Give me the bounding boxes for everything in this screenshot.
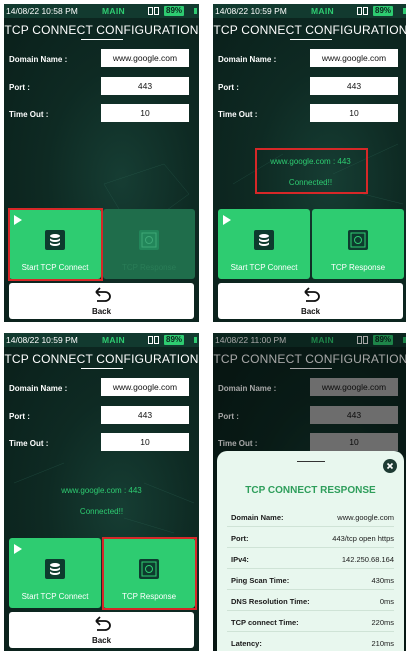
response-row-label: Domain Name: — [231, 513, 284, 522]
port-field[interactable]: 443 — [101, 406, 189, 424]
battery-indicator: 89% — [373, 6, 394, 16]
port-label: Port : — [9, 412, 30, 421]
port-field[interactable]: 443 — [310, 77, 398, 95]
database-icon — [45, 559, 65, 579]
back-button[interactable]: Back — [9, 612, 194, 648]
response-row-value: 0ms — [379, 597, 394, 606]
port-field[interactable]: 443 — [101, 77, 189, 95]
title-underline — [290, 39, 332, 40]
timeout-label: Time Out : — [9, 110, 49, 119]
start-tcp-connect-label: Start TCP Connect — [230, 263, 298, 272]
page-title: TCP CONNECT CONFIGURATION — [4, 352, 199, 366]
port-label: Port : — [218, 83, 239, 92]
screen-tcp-config-start-highlighted: 14/08/22 10:58 PM MAIN 89% TCP CONNECT C… — [4, 4, 199, 322]
response-row-label: IPv4: — [231, 555, 249, 564]
screen-tcp-config-connected: 14/08/22 10:59 PM MAIN 89% TCP CONNECT C… — [213, 4, 406, 322]
row-divider — [227, 589, 394, 590]
battery-indicator: 89% — [164, 335, 185, 345]
timeout-label: Time Out : — [218, 110, 258, 119]
response-row-value: www.google.com — [337, 513, 394, 522]
response-sheet: TCP CONNECT RESPONSE Domain Name: www.go… — [217, 451, 404, 651]
response-row-label: DNS Resolution Time: — [231, 597, 310, 606]
sheet-handle[interactable] — [297, 461, 325, 462]
response-row-value: 220ms — [371, 618, 394, 627]
battery-tip — [194, 8, 197, 14]
clock-text: 14/08/22 10:58 PM — [6, 6, 78, 16]
highlight-box — [102, 537, 197, 610]
clock-text: 14/08/22 10:59 PM — [6, 335, 78, 345]
link-icon — [148, 7, 159, 15]
back-arrow-icon — [95, 616, 111, 631]
tcp-response-label: TCP Response — [121, 263, 177, 272]
port-label: Port : — [9, 83, 30, 92]
response-row-value: 430ms — [371, 576, 394, 585]
domain-field[interactable]: www.google.com — [101, 49, 189, 67]
domain-label: Domain Name : — [9, 55, 68, 64]
response-row-value: 210ms — [371, 639, 394, 648]
row-divider — [227, 568, 394, 569]
tcp-response-icon — [139, 230, 159, 250]
response-row-value: 142.250.68.164 — [341, 555, 394, 564]
back-label: Back — [300, 307, 321, 316]
timeout-field[interactable]: 10 — [310, 104, 398, 122]
database-icon — [254, 230, 274, 250]
page-title: TCP CONNECT CONFIGURATION — [4, 23, 199, 37]
tcp-response-label: TCP Response — [330, 263, 386, 272]
highlight-box — [8, 208, 103, 281]
tcp-response-button[interactable]: TCP Response — [103, 209, 195, 279]
mode-text: MAIN — [102, 335, 125, 345]
response-row-label: Ping Scan Time: — [231, 576, 290, 585]
domain-label: Domain Name : — [218, 55, 277, 64]
battery-tip — [194, 337, 197, 343]
response-row-label: Latency: — [231, 639, 262, 648]
link-icon — [357, 7, 368, 15]
back-label: Back — [91, 307, 112, 316]
timeout-field[interactable]: 10 — [101, 104, 189, 122]
domain-field[interactable]: www.google.com — [310, 49, 398, 67]
screen-tcp-config-response-highlighted: 14/08/22 10:59 PM MAIN 89% TCP CONNECT C… — [4, 333, 199, 651]
domain-label: Domain Name : — [9, 384, 68, 393]
title-underline — [81, 39, 123, 40]
play-icon — [14, 544, 22, 554]
clock-text: 14/08/22 10:59 PM — [215, 6, 287, 16]
domain-field[interactable]: www.google.com — [101, 378, 189, 396]
row-divider — [227, 526, 394, 527]
row-divider — [227, 610, 394, 611]
back-arrow-icon — [304, 287, 320, 302]
timeout-field[interactable]: 10 — [101, 433, 189, 451]
play-icon — [223, 215, 231, 225]
status-bar: 14/08/22 10:59 PM MAIN 89% — [4, 333, 199, 347]
tcp-response-button[interactable]: TCP Response — [312, 209, 404, 279]
status-bar: 14/08/22 10:59 PM MAIN 89% — [213, 4, 406, 18]
highlight-box — [255, 148, 368, 194]
link-icon — [148, 336, 159, 344]
response-row-label: TCP connect Time: — [231, 618, 299, 627]
start-tcp-connect-button[interactable]: Start TCP Connect — [9, 538, 101, 608]
response-row-value: 443/tcp open https — [332, 534, 394, 543]
mode-text: MAIN — [311, 6, 334, 16]
row-divider — [227, 547, 394, 548]
row-divider — [227, 631, 394, 632]
page-title: TCP CONNECT CONFIGURATION — [213, 23, 406, 37]
screen-tcp-connect-response: 14/08/22 11:00 PM MAIN 89% TCP CONNECT C… — [213, 333, 406, 651]
status-bar: 14/08/22 10:58 PM MAIN 89% — [4, 4, 199, 18]
back-button[interactable]: Back — [9, 283, 194, 319]
connection-host-text: www.google.com : 443 — [61, 486, 142, 495]
response-title: TCP CONNECT RESPONSE — [245, 485, 376, 496]
connection-status-text: Connected!! — [79, 507, 124, 516]
back-button[interactable]: Back — [218, 283, 403, 319]
title-underline — [81, 368, 123, 369]
close-icon[interactable] — [383, 459, 397, 473]
back-label: Back — [91, 636, 112, 645]
tcp-response-icon — [348, 230, 368, 250]
mode-text: MAIN — [102, 6, 125, 16]
back-arrow-icon — [95, 287, 111, 302]
start-tcp-connect-button[interactable]: Start TCP Connect — [218, 209, 310, 279]
response-row-label: Port: — [231, 534, 249, 543]
timeout-label: Time Out : — [9, 439, 49, 448]
battery-indicator: 89% — [164, 6, 185, 16]
start-tcp-connect-label: Start TCP Connect — [21, 592, 89, 601]
